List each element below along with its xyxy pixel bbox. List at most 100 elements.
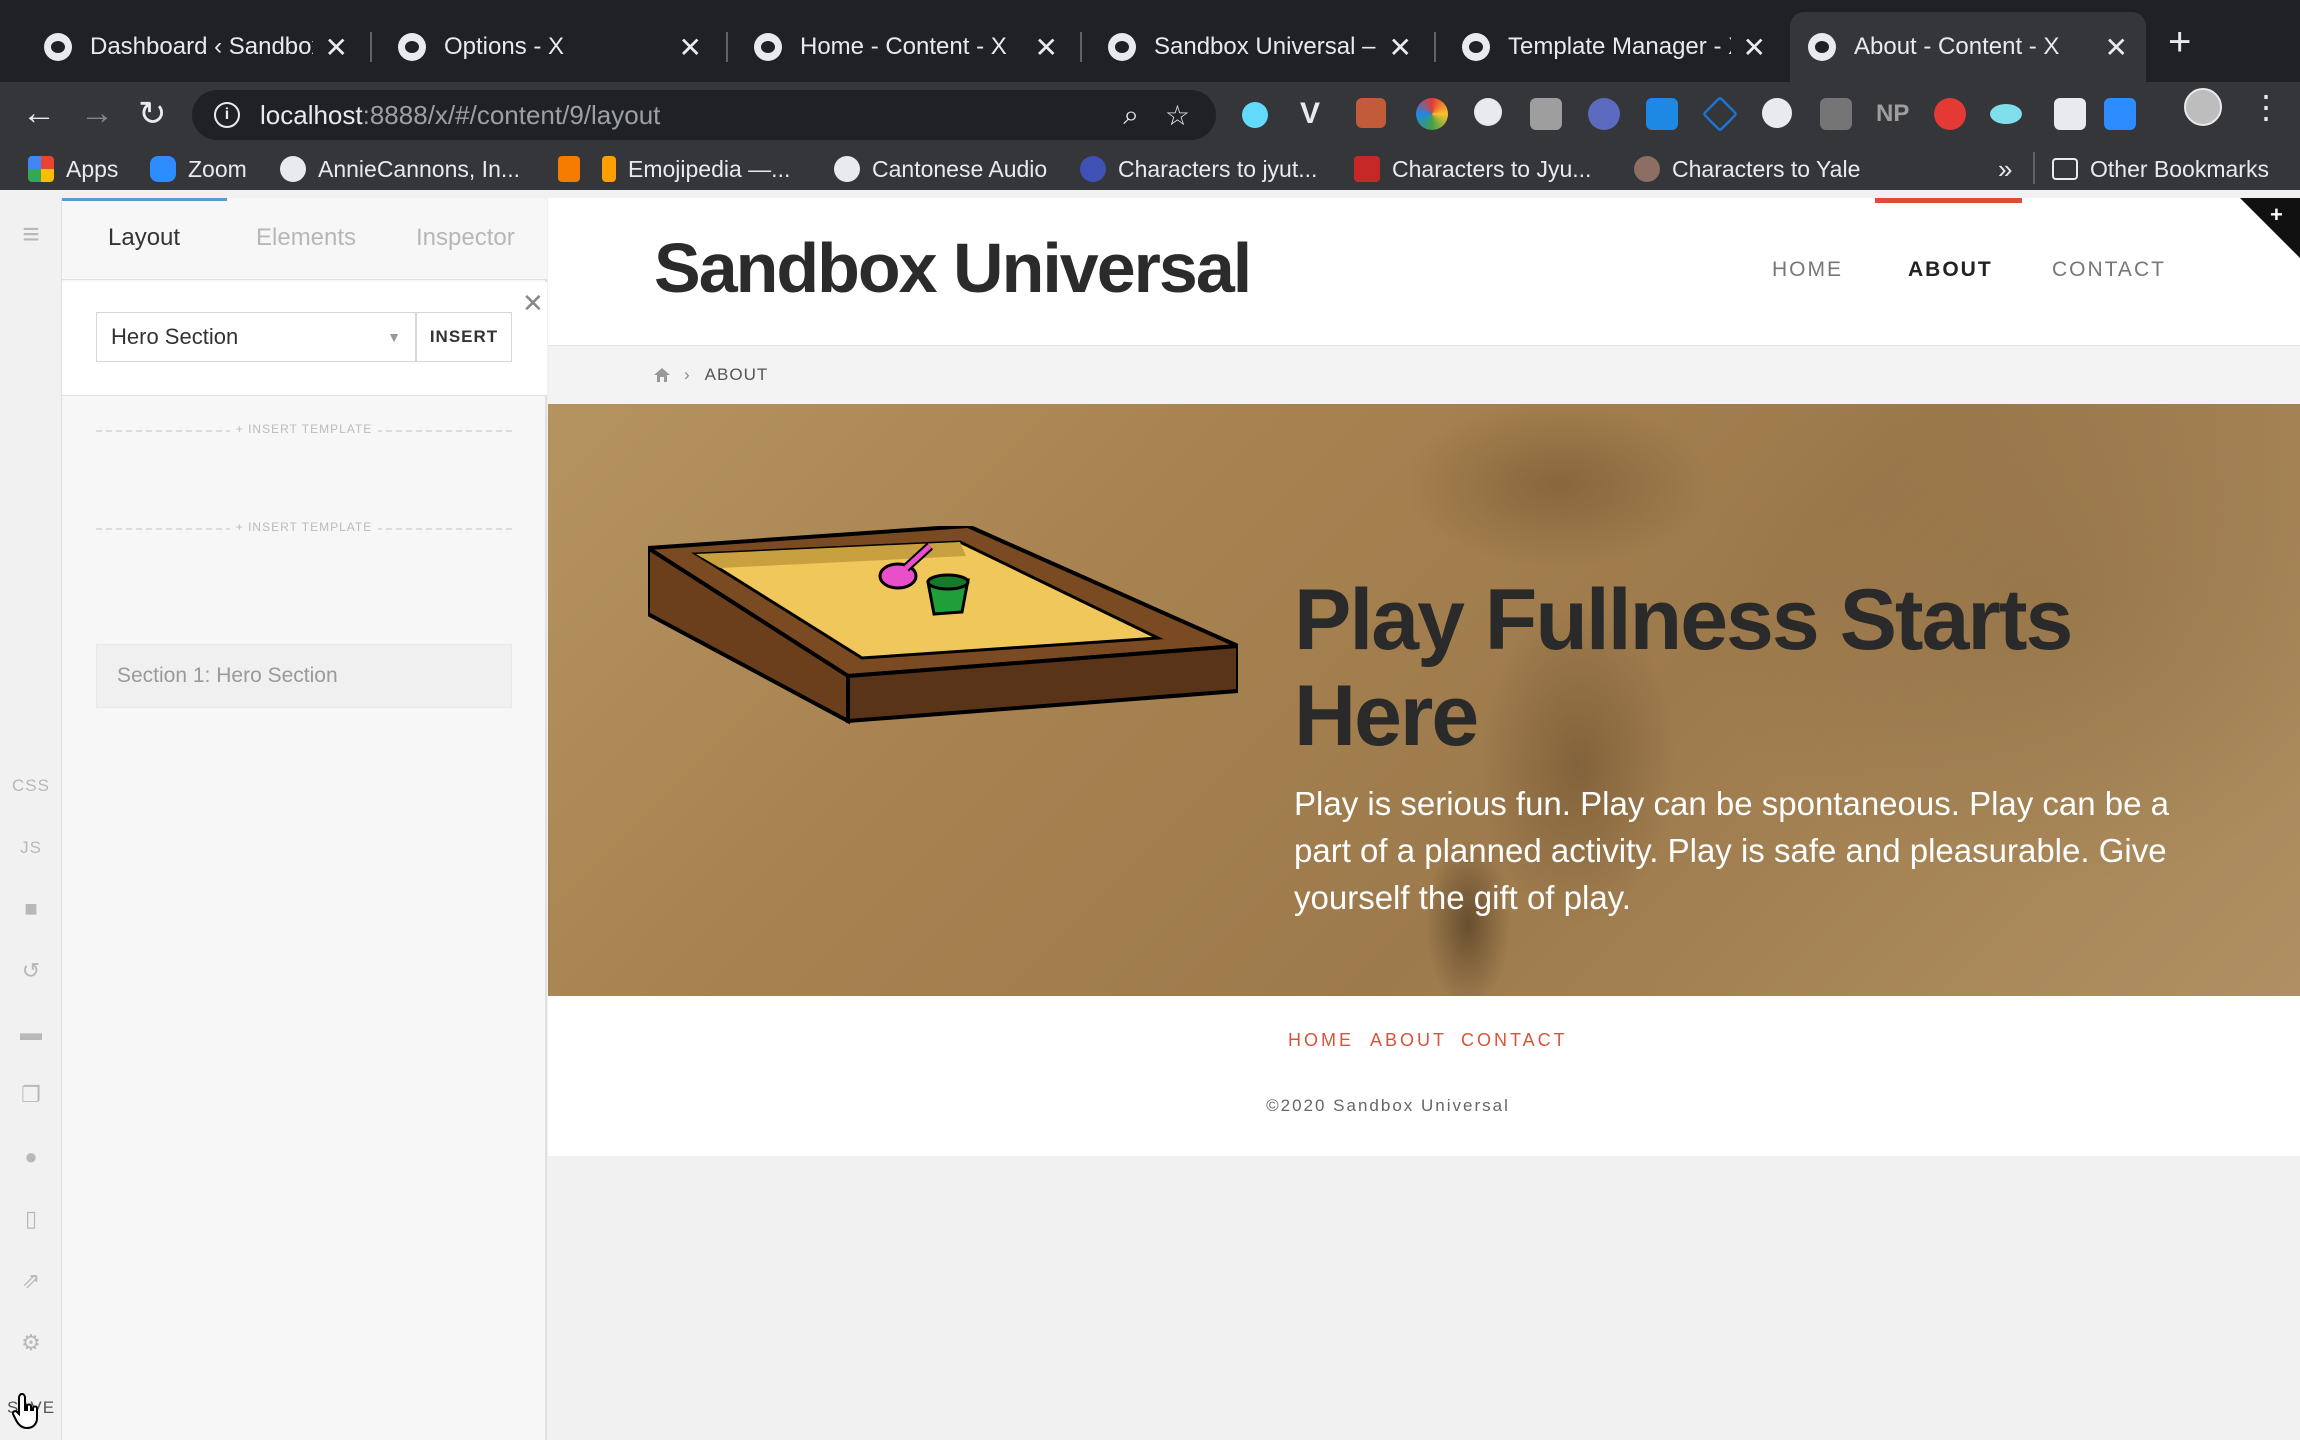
- site-title[interactable]: Sandbox Universal: [654, 228, 1252, 308]
- layout-panel-icon[interactable]: ▬: [0, 1020, 62, 1046]
- eyedropper-extension-icon[interactable]: [1356, 98, 1386, 128]
- nav-link-about[interactable]: ABOUT: [1908, 258, 1993, 282]
- external-link-icon[interactable]: ⇗: [0, 1268, 62, 1294]
- eye-extension-icon[interactable]: [1990, 104, 2022, 124]
- insert-template-link[interactable]: + INSERT TEMPLATE: [96, 422, 512, 436]
- bookmark-cantonese-audio[interactable]: Cantonese Audio: [834, 148, 1047, 190]
- css-editor-button[interactable]: CSS: [0, 776, 62, 796]
- bookmark-emojipedia[interactable]: Emojipedia —...: [602, 148, 790, 190]
- reload-icon[interactable]: ↻: [138, 94, 167, 134]
- react-devtools-extension-icon[interactable]: [1242, 102, 1268, 128]
- bookmark-jyut-1[interactable]: Characters to jyut...: [1080, 148, 1317, 190]
- grey-extension-icon[interactable]: [1820, 98, 1852, 130]
- close-icon[interactable]: ✕: [522, 288, 544, 319]
- panel-tabs: Layout Elements Inspector: [62, 198, 547, 280]
- vue-extension-icon[interactable]: V: [1300, 98, 1332, 130]
- insert-button[interactable]: INSERT: [416, 312, 512, 362]
- bookmark-orange[interactable]: [558, 148, 592, 190]
- new-tab-plus-icon[interactable]: +: [2168, 20, 2191, 65]
- bookmark-orange-icon: [558, 156, 580, 182]
- bookmark-label: Characters to jyut...: [1118, 155, 1318, 182]
- bookmark-label: Zoom: [188, 155, 247, 182]
- close-icon[interactable]: ✕: [325, 31, 348, 64]
- globe-icon: [834, 156, 860, 182]
- circle-extension-icon[interactable]: [1474, 98, 1502, 126]
- tab-inspector[interactable]: Inspector: [416, 224, 515, 252]
- timer-extension-icon[interactable]: [2054, 98, 2086, 130]
- bookmarks-separator: [2033, 152, 2035, 184]
- bookmarks-overflow-button[interactable]: »: [1998, 148, 2012, 190]
- footer-link-contact[interactable]: CONTACT: [1461, 1030, 1568, 1051]
- bookmark-label: Emojipedia —...: [628, 155, 791, 182]
- bookmark-apps[interactable]: Apps: [28, 148, 118, 190]
- site-header: Sandbox Universal HOME ABOUT CONTACT +: [548, 198, 2300, 346]
- active-nav-indicator: [1875, 198, 2022, 203]
- tab-title: Template Manager - X: [1508, 33, 1731, 60]
- site-info-icon[interactable]: i: [214, 102, 240, 128]
- hamburger-menu-icon[interactable]: ≡: [0, 218, 62, 252]
- active-tab-underline: [62, 198, 227, 201]
- clock-extension-icon[interactable]: [1588, 98, 1620, 130]
- color-picker-extension-icon[interactable]: [1416, 98, 1448, 130]
- browser-tab[interactable]: Template Manager - X ✕: [1444, 12, 1784, 82]
- triangle-extension-icon[interactable]: [1701, 95, 1739, 133]
- nav-link-home[interactable]: HOME: [1772, 258, 1843, 282]
- js-editor-button[interactable]: JS: [0, 838, 62, 858]
- browser-tab-active[interactable]: About - Content - X ✕: [1790, 12, 2146, 82]
- site-favicon-icon: [1808, 33, 1836, 61]
- mobile-preview-icon[interactable]: ▯: [0, 1206, 62, 1232]
- red-swirl-extension-icon[interactable]: [1934, 98, 1966, 130]
- tab-separator: [370, 32, 372, 62]
- footer-link-home[interactable]: HOME: [1288, 1030, 1354, 1051]
- profile-avatar[interactable]: [2184, 88, 2222, 126]
- site-favicon-icon: [44, 33, 72, 61]
- bookmark-yale[interactable]: Characters to Yale: [1634, 148, 1860, 190]
- tab-elements[interactable]: Elements: [256, 224, 356, 252]
- close-icon[interactable]: ✕: [679, 31, 702, 64]
- history-icon[interactable]: ↺: [0, 958, 62, 984]
- hero-text: Play is serious fun. Play can be spontan…: [1294, 785, 2170, 916]
- nav-link-contact[interactable]: CONTACT: [2052, 258, 2166, 282]
- close-icon[interactable]: ✕: [2105, 31, 2128, 64]
- apps-grid-icon: [28, 156, 54, 182]
- browser-tab[interactable]: Options - X ✕: [380, 12, 720, 82]
- comments-icon[interactable]: ■: [0, 896, 62, 922]
- circle-settings-icon[interactable]: ●: [0, 1144, 62, 1170]
- zoom-extension-icon[interactable]: [2104, 98, 2136, 130]
- hero-title: Play Fullness Starts Here: [1294, 572, 2073, 764]
- more-menu-icon[interactable]: ⋮: [2250, 88, 2282, 126]
- h-extension-icon[interactable]: [1530, 98, 1562, 130]
- forward-arrow-icon[interactable]: →: [80, 94, 114, 133]
- breadcrumb-current: ABOUT: [704, 365, 769, 384]
- add-plus-icon[interactable]: +: [2270, 202, 2283, 228]
- footer-link-about[interactable]: ABOUT: [1370, 1030, 1447, 1051]
- tab-layout[interactable]: Layout: [108, 224, 180, 252]
- url-text[interactable]: localhost:8888/x/#/content/9/layout: [260, 100, 1123, 131]
- address-bar[interactable]: i localhost:8888/x/#/content/9/layout ⌕ …: [192, 90, 1216, 140]
- browser-tab[interactable]: Home - Content - X ✕: [736, 12, 1076, 82]
- close-icon[interactable]: ✕: [1743, 31, 1766, 64]
- camera-extension-icon[interactable]: [1762, 98, 1792, 128]
- browser-tab[interactable]: Sandbox Universal – W ✕: [1090, 12, 1430, 82]
- zoom-magnifier-icon[interactable]: ⌕: [1123, 99, 1139, 132]
- back-arrow-icon[interactable]: ←: [22, 94, 56, 133]
- bookmark-anniecannons[interactable]: AnnieCannons, In...: [280, 148, 520, 190]
- gear-icon[interactable]: ⚙: [0, 1330, 62, 1356]
- insert-template-link[interactable]: + INSERT TEMPLATE: [96, 520, 512, 534]
- s-extension-icon[interactable]: [1646, 98, 1678, 130]
- np-extension-icon[interactable]: NP: [1876, 98, 1912, 130]
- pages-icon[interactable]: ❐: [0, 1082, 62, 1108]
- browser-tab-bar: Dashboard ‹ Sandbox U ✕ Options - X ✕ Ho…: [0, 0, 2300, 82]
- bookmark-jyu-2[interactable]: Characters to Jyu...: [1354, 148, 1591, 190]
- bookmark-zoom[interactable]: Zoom: [150, 148, 247, 190]
- close-icon[interactable]: ✕: [1035, 31, 1058, 64]
- bookmark-star-icon[interactable]: ☆: [1165, 99, 1190, 132]
- tab-title: Home - Content - X: [800, 33, 1007, 60]
- section-list-item[interactable]: Section 1: Hero Section: [96, 644, 512, 708]
- other-bookmarks-folder[interactable]: Other Bookmarks: [2052, 148, 2269, 190]
- close-icon[interactable]: ✕: [1389, 31, 1412, 64]
- home-icon[interactable]: [654, 368, 670, 382]
- section-type-select[interactable]: Hero Section ▼: [96, 312, 416, 362]
- hero-section[interactable]: Play Fullness Starts Here Play is seriou…: [548, 404, 2300, 996]
- browser-tab[interactable]: Dashboard ‹ Sandbox U ✕: [26, 12, 366, 82]
